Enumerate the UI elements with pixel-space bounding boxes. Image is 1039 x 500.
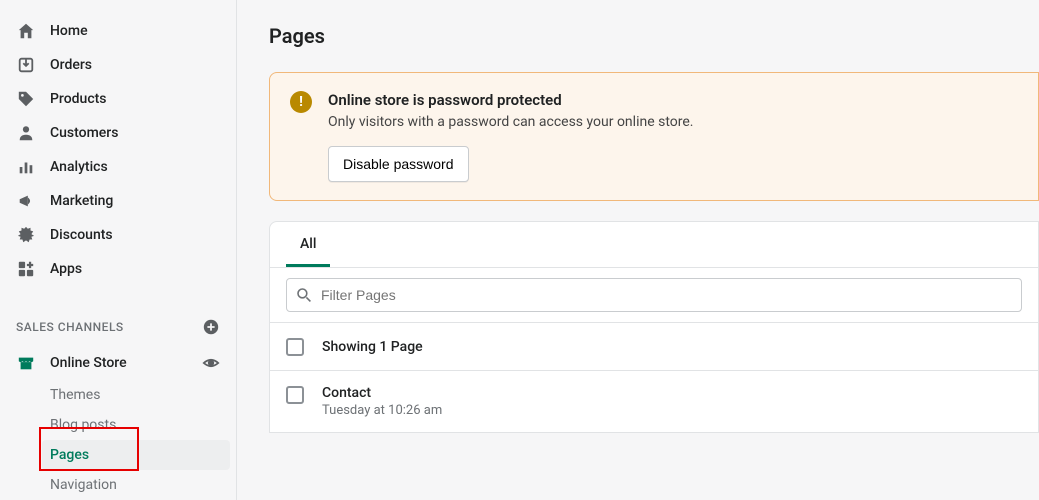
filter-row bbox=[270, 267, 1038, 322]
nav-discounts[interactable]: Discounts bbox=[0, 218, 236, 252]
nav-label: Customers bbox=[50, 125, 118, 141]
nav-customers[interactable]: Customers bbox=[0, 116, 236, 150]
banner-title: Online store is password protected bbox=[328, 91, 693, 109]
tabs: All bbox=[270, 222, 1038, 267]
apps-icon bbox=[16, 259, 36, 279]
nav-label: Products bbox=[50, 91, 107, 107]
nav-orders[interactable]: Orders bbox=[0, 48, 236, 82]
pages-card: All Showing 1 Page Contact Tuesday at 1 bbox=[269, 221, 1039, 433]
main-content: Pages ! Online store is password protect… bbox=[237, 0, 1039, 500]
nav-label: Marketing bbox=[50, 193, 113, 209]
select-all-checkbox[interactable] bbox=[286, 338, 304, 356]
online-store-subnav: Themes Blog posts Pages Navigation bbox=[6, 380, 236, 500]
eye-icon[interactable] bbox=[202, 354, 220, 372]
list-row[interactable]: Contact Tuesday at 10:26 am bbox=[270, 370, 1038, 432]
subnav-blog-posts[interactable]: Blog posts bbox=[6, 410, 236, 440]
sidebar: Home Orders Products Customers Analytics bbox=[0, 0, 237, 500]
nav-label: Apps bbox=[50, 261, 82, 277]
disable-password-button[interactable]: Disable password bbox=[328, 146, 469, 182]
row-checkbox[interactable] bbox=[286, 386, 304, 404]
analytics-icon bbox=[16, 157, 36, 177]
banner-text: Only visitors with a password can access… bbox=[328, 114, 693, 130]
person-icon bbox=[16, 123, 36, 143]
add-channel-icon[interactable] bbox=[202, 318, 220, 336]
nav-apps[interactable]: Apps bbox=[0, 252, 236, 286]
subnav-navigation[interactable]: Navigation bbox=[6, 470, 236, 500]
subnav-themes[interactable]: Themes bbox=[6, 380, 236, 410]
sales-channels-header: SALES CHANNELS bbox=[0, 308, 236, 346]
row-timestamp: Tuesday at 10:26 am bbox=[322, 403, 442, 418]
discount-icon bbox=[16, 225, 36, 245]
subnav-pages[interactable]: Pages bbox=[42, 440, 230, 470]
section-label: SALES CHANNELS bbox=[16, 320, 124, 334]
inbox-icon bbox=[16, 55, 36, 75]
channel-online-store[interactable]: Online Store bbox=[0, 346, 236, 380]
tag-icon bbox=[16, 89, 36, 109]
row-title: Contact bbox=[322, 385, 442, 401]
page-title: Pages bbox=[269, 24, 1039, 48]
warning-icon: ! bbox=[290, 91, 312, 113]
password-banner: ! Online store is password protected Onl… bbox=[269, 72, 1039, 201]
search-icon bbox=[296, 287, 312, 303]
nav-home[interactable]: Home bbox=[0, 14, 236, 48]
nav-products[interactable]: Products bbox=[0, 82, 236, 116]
home-icon bbox=[16, 21, 36, 41]
nav-analytics[interactable]: Analytics bbox=[0, 150, 236, 184]
megaphone-icon bbox=[16, 191, 36, 211]
channel-label: Online Store bbox=[50, 355, 188, 371]
nav-label: Analytics bbox=[50, 159, 108, 175]
nav-label: Orders bbox=[50, 57, 92, 73]
filter-pages-input[interactable] bbox=[286, 278, 1022, 312]
list-header-text: Showing 1 Page bbox=[322, 339, 423, 355]
nav-marketing[interactable]: Marketing bbox=[0, 184, 236, 218]
store-icon bbox=[16, 353, 36, 373]
tab-all[interactable]: All bbox=[286, 222, 330, 267]
nav-label: Home bbox=[50, 23, 88, 39]
list-header: Showing 1 Page bbox=[270, 322, 1038, 370]
nav-label: Discounts bbox=[50, 227, 113, 243]
